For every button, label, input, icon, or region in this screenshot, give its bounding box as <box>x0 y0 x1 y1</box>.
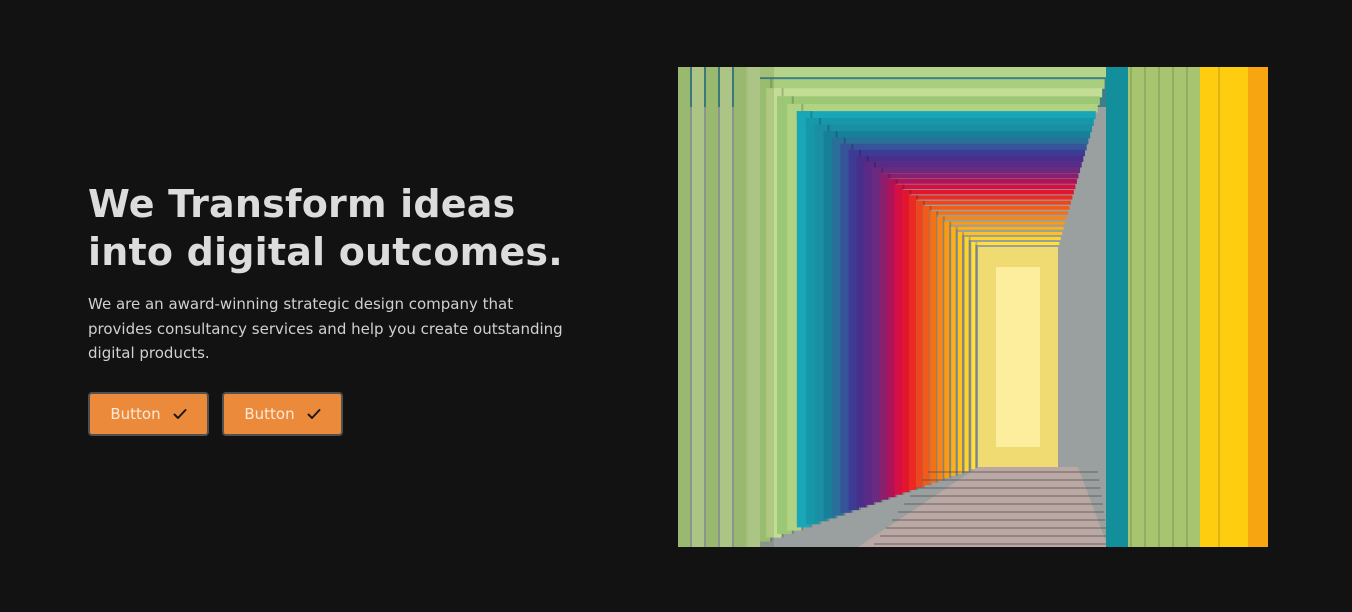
button-label: Button <box>110 404 161 423</box>
hero-title: We Transform ideas into digital outcomes… <box>88 182 563 274</box>
secondary-button[interactable]: Button <box>222 391 343 436</box>
hero-description: We are an award-winning strategic design… <box>88 295 563 362</box>
rainbow-corridor-illustration <box>678 67 1268 547</box>
check-icon <box>307 408 321 420</box>
page: We Transform ideas into digital outcomes… <box>0 0 1352 612</box>
button-row: Button Button <box>88 391 608 436</box>
hero-section: We Transform ideas into digital outcomes… <box>88 180 608 436</box>
button-label: Button <box>244 404 295 423</box>
hero-image <box>678 67 1268 547</box>
primary-button[interactable]: Button <box>88 391 209 436</box>
check-icon <box>173 408 187 420</box>
